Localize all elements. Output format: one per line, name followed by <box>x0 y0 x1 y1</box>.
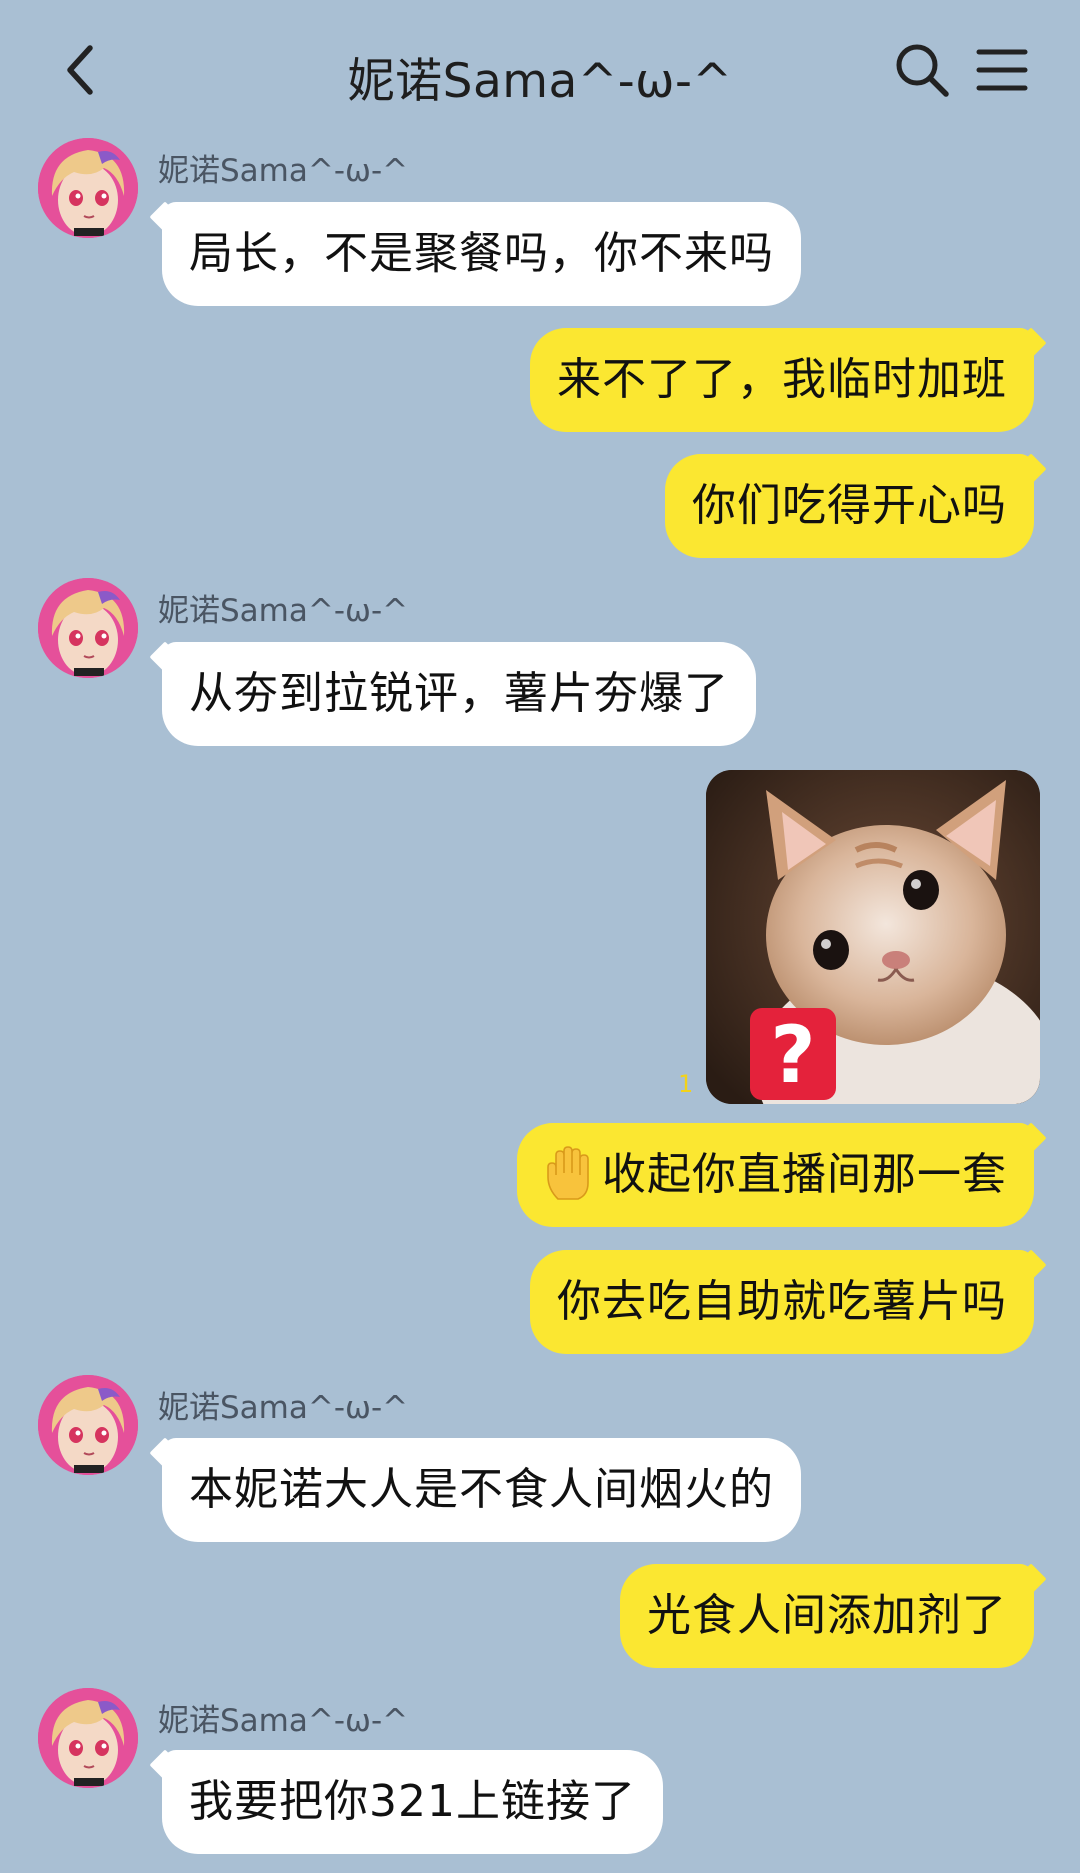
read-count: 1 <box>678 1070 694 1098</box>
crying-kitten-question-sticker: ? <box>706 770 1040 1104</box>
message-bubble-outgoing[interactable]: 收起你直播间那一套 <box>517 1123 1034 1227</box>
anime-girl-avatar-icon <box>38 1375 138 1475</box>
raised-hand-emoji-icon <box>547 1146 589 1200</box>
message-text: 收起你直播间那一套 <box>602 1149 1007 1200</box>
image-message[interactable]: ? <box>706 770 1040 1104</box>
search-button[interactable] <box>890 38 954 102</box>
menu-button[interactable] <box>970 38 1034 102</box>
sender-name: 妮诺Sama^-ω-^ <box>158 153 409 189</box>
search-icon <box>896 44 949 97</box>
message-bubble-outgoing[interactable]: 来不了了，我临时加班 <box>530 328 1034 432</box>
message-bubble-incoming[interactable]: 局长，不是聚餐吗，你不来吗 <box>162 202 801 306</box>
avatar[interactable] <box>38 138 138 238</box>
anime-girl-avatar-icon <box>38 138 138 238</box>
anime-girl-avatar-icon <box>38 578 138 678</box>
sender-name: 妮诺Sama^-ω-^ <box>158 593 409 629</box>
message-bubble-incoming[interactable]: 我要把你321上链接了 <box>162 1750 663 1854</box>
avatar[interactable] <box>38 578 138 678</box>
message-bubble-outgoing[interactable]: 你去吃自助就吃薯片吗 <box>530 1250 1034 1354</box>
menu-icon <box>976 49 1028 91</box>
sender-name: 妮诺Sama^-ω-^ <box>158 1703 409 1739</box>
message-bubble-outgoing[interactable]: 光食人间添加剂了 <box>620 1564 1034 1668</box>
anime-girl-avatar-icon <box>38 1688 138 1788</box>
message-bubble-incoming[interactable]: 从夯到拉锐评，薯片夯爆了 <box>162 642 756 746</box>
avatar[interactable] <box>38 1688 138 1788</box>
sender-name: 妮诺Sama^-ω-^ <box>158 1390 409 1426</box>
message-bubble-incoming[interactable]: 本妮诺大人是不食人间烟火的 <box>162 1438 801 1542</box>
chat-header: 妮诺Sama^-ω-^ <box>0 0 1080 140</box>
message-bubble-outgoing[interactable]: 你们吃得开心吗 <box>665 454 1034 558</box>
svg-text:?: ? <box>770 1011 815 1101</box>
avatar[interactable] <box>38 1375 138 1475</box>
